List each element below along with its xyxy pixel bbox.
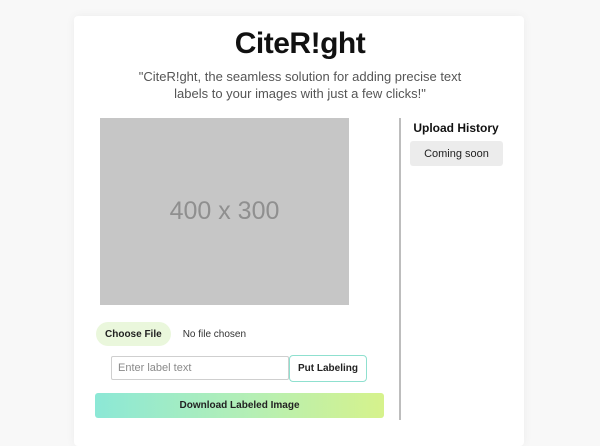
label-text-input[interactable] [111,356,289,380]
vertical-divider [399,118,401,420]
put-labeling-button[interactable]: Put Labeling [289,355,367,382]
download-labeled-image-button[interactable]: Download Labeled Image [95,393,384,418]
image-preview-placeholder-text: 400 x 300 [169,197,280,225]
app-tagline: "CiteR!ght, the seamless solution for ad… [138,69,462,101]
upload-history-title: Upload History [413,121,499,135]
choose-file-button[interactable]: Choose File [96,322,171,346]
image-preview: 400 x 300 [100,118,349,305]
file-status-text: No file chosen [182,328,247,340]
app-title: CiteR!ght [234,27,366,60]
file-input: Choose File No file chosen [96,322,246,346]
history-item[interactable]: Coming soon [410,141,503,166]
